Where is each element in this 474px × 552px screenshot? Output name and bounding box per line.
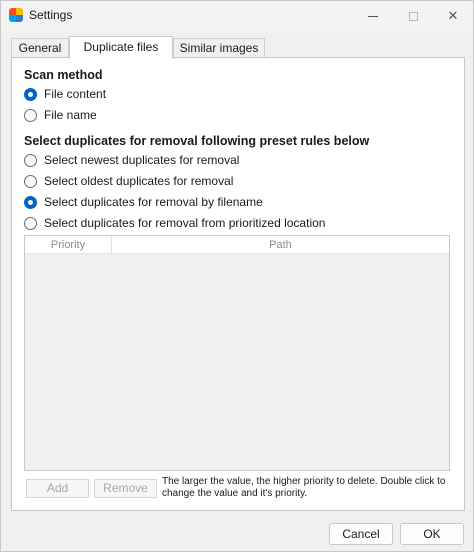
tab-duplicate-files[interactable]: Duplicate files (69, 36, 173, 59)
tab-general[interactable]: General (11, 38, 69, 58)
settings-window: Settings ✕ General Duplicate files Simil… (0, 0, 474, 552)
app-icon (9, 8, 23, 22)
priority-table[interactable]: Priority Path (24, 235, 450, 471)
radio-label: Select duplicates for removal by filenam… (44, 195, 263, 209)
radio-unchecked-icon[interactable] (24, 153, 37, 167)
radio-label: File content (44, 87, 107, 101)
window-title: Settings (29, 8, 73, 22)
rule-by-filename[interactable]: Select duplicates for removal by filenam… (24, 194, 263, 210)
minimize-button[interactable] (353, 1, 393, 31)
rule-newest[interactable]: Select newest duplicates for removal (24, 152, 239, 168)
ok-button[interactable]: OK (400, 523, 464, 545)
scan-method-file-content[interactable]: File content (24, 86, 106, 102)
minimize-icon (368, 15, 378, 17)
close-button[interactable]: ✕ (433, 1, 473, 31)
radio-label: Select oldest duplicates for removal (44, 174, 234, 188)
radio-unchecked-icon[interactable] (24, 216, 37, 230)
title-bar[interactable]: Settings ✕ (1, 1, 473, 31)
add-button: Add (26, 479, 89, 498)
maximize-icon (408, 11, 418, 21)
column-header-priority[interactable]: Priority (25, 236, 112, 254)
radio-unchecked-icon[interactable] (24, 108, 37, 122)
scan-method-file-name[interactable]: File name (24, 107, 97, 123)
tab-similar-images[interactable]: Similar images (173, 38, 265, 58)
remove-button: Remove (94, 479, 157, 498)
radio-checked-icon[interactable] (24, 87, 37, 101)
radio-checked-icon[interactable] (24, 195, 37, 209)
radio-label: Select newest duplicates for removal (44, 153, 240, 167)
rule-prioritized-location[interactable]: Select duplicates for removal from prior… (24, 215, 325, 231)
cancel-button[interactable]: Cancel (329, 523, 393, 545)
table-header: Priority Path (25, 236, 449, 254)
maximize-button (393, 1, 433, 31)
column-header-path[interactable]: Path (112, 236, 449, 254)
priority-hint-text: The larger the value, the higher priorit… (162, 476, 446, 499)
radio-label: File name (44, 108, 97, 122)
removal-rules-heading: Select duplicates for removal following … (24, 134, 370, 148)
radio-label: Select duplicates for removal from prior… (44, 216, 326, 230)
rule-oldest[interactable]: Select oldest duplicates for removal (24, 173, 233, 189)
close-icon: ✕ (447, 8, 459, 23)
radio-unchecked-icon[interactable] (24, 174, 37, 188)
duplicate-files-panel: Scan method File content File name Selec… (11, 57, 465, 511)
scan-method-heading: Scan method (24, 68, 103, 82)
